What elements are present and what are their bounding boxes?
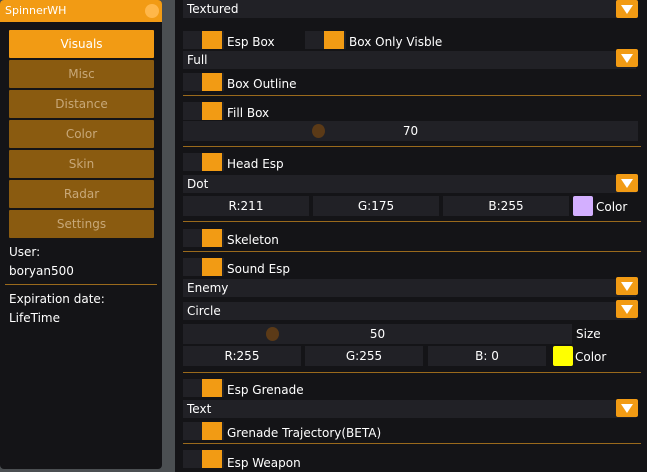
expiry-label: Expiration date: <box>9 292 105 306</box>
esp-box-label: Esp Box <box>227 35 275 49</box>
grenade-style-combo[interactable]: Text <box>183 400 636 418</box>
box-style-dropdown-icon[interactable] <box>616 0 638 18</box>
nav-skin-button[interactable]: Skin <box>9 150 154 178</box>
head-esp-checkbox[interactable] <box>183 153 224 171</box>
head-blue-field[interactable]: B:255 <box>443 196 569 216</box>
menu-window: SpinnerWH Visuals Misc Distance Color Sk… <box>0 0 162 469</box>
head-style-dropdown-icon[interactable] <box>616 174 638 192</box>
grenade-trajectory-checkbox[interactable] <box>183 422 224 440</box>
user-value: boryan500 <box>9 264 74 278</box>
skeleton-checkbox[interactable] <box>183 229 224 247</box>
nav-visuals-button[interactable]: Visuals <box>9 30 154 58</box>
grenade-style-dropdown-icon[interactable] <box>616 399 638 417</box>
sound-size-value: 50 <box>369 327 386 341</box>
head-esp-label: Head Esp <box>227 157 284 171</box>
sound-size-slider[interactable]: 50 <box>183 324 572 344</box>
box-type-dropdown-icon[interactable] <box>616 49 638 67</box>
head-style-combo[interactable]: Dot <box>183 175 636 193</box>
expiry-value: LifeTime <box>9 311 60 325</box>
head-red-field[interactable]: R:211 <box>183 196 309 216</box>
box-outline-label: Box Outline <box>227 77 297 91</box>
divider <box>183 372 641 373</box>
sound-color-label: Color <box>575 350 607 364</box>
head-color-swatch[interactable] <box>573 196 593 216</box>
box-outline-checkbox[interactable] <box>183 73 224 91</box>
skeleton-label: Skeleton <box>227 233 279 247</box>
box-only-visible-checkbox[interactable] <box>305 31 346 49</box>
box-style-combo[interactable]: Textured <box>183 0 636 18</box>
divider <box>5 284 157 285</box>
menu-title: SpinnerWH <box>5 4 67 17</box>
divider <box>183 443 641 444</box>
sound-green-field[interactable]: G:255 <box>305 346 423 366</box>
nav-radar-button[interactable]: Radar <box>9 180 154 208</box>
divider <box>183 95 641 96</box>
head-green-field[interactable]: G:175 <box>313 196 439 216</box>
esp-weapon-checkbox[interactable] <box>183 450 224 468</box>
user-label: User: <box>9 245 41 259</box>
fill-box-checkbox[interactable] <box>183 102 224 120</box>
grenade-trajectory-label: Grenade Trajectory(BETA) <box>227 426 382 440</box>
nav-color-button[interactable]: Color <box>9 120 154 148</box>
box-only-visible-label: Box Only Visble <box>349 35 443 49</box>
fill-box-label: Fill Box <box>227 106 270 120</box>
sound-shape-dropdown-icon[interactable] <box>616 300 638 318</box>
sound-shape-combo[interactable]: Circle <box>183 302 636 320</box>
sound-red-field[interactable]: R:255 <box>183 346 301 366</box>
sound-target-dropdown-icon[interactable] <box>616 277 638 295</box>
head-color-label: Color <box>596 200 628 214</box>
divider <box>183 251 641 252</box>
sound-size-label: Size <box>576 327 601 341</box>
menu-titlebar[interactable]: SpinnerWH <box>0 0 162 22</box>
divider <box>183 221 641 222</box>
nav-settings-button[interactable]: Settings <box>9 210 154 238</box>
nav-distance-button[interactable]: Distance <box>9 90 154 118</box>
sound-color-swatch[interactable] <box>553 346 573 366</box>
sound-esp-checkbox[interactable] <box>183 258 224 276</box>
visuals-panel: Textured Esp Box Box Only Visble Full Bo… <box>175 0 647 472</box>
esp-grenade-checkbox[interactable] <box>183 379 224 397</box>
fill-box-value: 70 <box>402 124 419 138</box>
nav-misc-button[interactable]: Misc <box>9 60 154 88</box>
divider <box>183 146 641 147</box>
sound-esp-label: Sound Esp <box>227 262 291 276</box>
sound-blue-field[interactable]: B: 0 <box>428 346 546 366</box>
esp-box-checkbox[interactable] <box>183 31 224 49</box>
sound-target-combo[interactable]: Enemy <box>183 279 636 297</box>
fill-box-slider[interactable]: 70 <box>183 121 638 141</box>
esp-weapon-label: Esp Weapon <box>227 456 301 470</box>
esp-grenade-label: Esp Grenade <box>227 383 304 397</box>
box-type-combo[interactable]: Full <box>183 51 636 69</box>
collapse-button[interactable] <box>145 4 159 18</box>
